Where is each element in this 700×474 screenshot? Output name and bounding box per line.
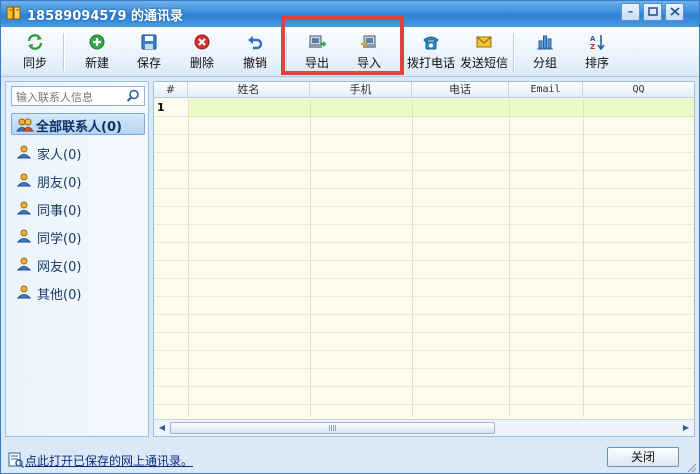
person-icon xyxy=(17,145,31,159)
column-header-qq[interactable]: QQ xyxy=(583,82,694,98)
resize-grip-icon[interactable] xyxy=(685,461,697,473)
import-icon xyxy=(361,35,376,48)
save-label: 保存 xyxy=(136,56,161,70)
sms-label: 发送短信 xyxy=(459,56,508,70)
group-all-label: 全部联系人(0) xyxy=(36,120,122,135)
undo-label: 撤销 xyxy=(242,56,267,70)
horizontal-scrollbar[interactable]: ◀ ▶ xyxy=(154,419,694,436)
contacts-table: # 姓名 手机 电话 Email QQ 1 ◀ ▶ xyxy=(153,81,695,437)
person-icon xyxy=(17,257,31,271)
new-label: 新建 xyxy=(84,56,109,70)
export-icon xyxy=(309,35,326,48)
group-label: 网友(0) xyxy=(37,260,82,275)
delete-button[interactable]: 删除 xyxy=(182,31,222,71)
group-label: 同事(0) xyxy=(37,204,82,219)
person-icon xyxy=(17,229,31,243)
import-button[interactable]: 导入 xyxy=(349,31,389,71)
import-label: 导入 xyxy=(356,56,381,70)
toolbar-separator xyxy=(286,33,287,71)
export-button[interactable]: 导出 xyxy=(297,31,337,71)
column-divider xyxy=(188,99,189,417)
column-header-mobile[interactable]: 手机 xyxy=(310,82,412,98)
svg-text:A: A xyxy=(590,35,596,43)
group-label: 其他(0) xyxy=(37,288,82,303)
group-item-netfriends[interactable]: 网友(0) xyxy=(11,253,145,275)
minimize-button[interactable]: – xyxy=(621,3,640,21)
group-item-classmates[interactable]: 同学(0) xyxy=(11,225,145,247)
column-header-name[interactable]: 姓名 xyxy=(188,82,310,98)
svg-text:Z: Z xyxy=(590,43,595,51)
group-chart-icon xyxy=(537,35,553,50)
group-label: 家人(0) xyxy=(37,148,82,163)
toolbar: 同步 新建 保存 删除 撤销 导出 导入 拨打电话 发送短信 分组 A Z 排序 xyxy=(1,27,699,77)
sort-az-icon: A Z xyxy=(590,35,605,51)
envelope-icon xyxy=(476,36,492,48)
group-item-friends[interactable]: 朋友(0) xyxy=(11,169,145,191)
sync-button[interactable]: 同步 xyxy=(15,31,55,71)
search-icon[interactable] xyxy=(126,89,140,103)
maximize-icon xyxy=(647,7,658,16)
group-label: 分组 xyxy=(532,56,557,70)
sort-button[interactable]: A Z 排序 xyxy=(577,31,617,71)
group-all-contacts[interactable]: 全部联系人(0) xyxy=(11,113,145,135)
column-header-index[interactable]: # xyxy=(154,82,188,98)
group-button[interactable]: 分组 xyxy=(525,31,565,71)
person-icon xyxy=(17,173,31,187)
export-label: 导出 xyxy=(304,56,329,70)
table-row-selected[interactable] xyxy=(188,99,694,117)
person-icon xyxy=(17,201,31,215)
contact-groups-panel: 全部联系人(0) 家人(0) 朋友(0) 同事(0) xyxy=(5,81,149,437)
column-divider xyxy=(583,99,584,417)
column-divider xyxy=(412,99,413,417)
add-icon xyxy=(89,34,105,50)
table-header: # 姓名 手机 电话 Email QQ xyxy=(154,82,694,98)
maximize-button[interactable] xyxy=(643,3,662,21)
group-item-colleagues[interactable]: 同事(0) xyxy=(11,197,145,219)
delete-label: 删除 xyxy=(189,56,214,70)
save-icon xyxy=(141,34,157,50)
sync-icon xyxy=(27,34,43,50)
address-book-icon xyxy=(6,6,21,20)
call-button[interactable]: 拨打电话 xyxy=(405,31,457,71)
close-window-button[interactable] xyxy=(665,3,684,21)
contacts-group-icon xyxy=(16,118,34,132)
sort-label: 排序 xyxy=(584,56,609,70)
group-item-family[interactable]: 家人(0) xyxy=(11,141,145,163)
group-label: 同学(0) xyxy=(37,232,82,247)
person-icon xyxy=(17,285,31,299)
close-button[interactable]: 关闭 xyxy=(607,447,679,467)
scroll-right-arrow-icon[interactable]: ▶ xyxy=(680,422,692,434)
row-number: 1 xyxy=(157,101,165,114)
phone-icon xyxy=(423,36,439,50)
undo-icon xyxy=(248,36,263,50)
toolbar-separator xyxy=(63,33,64,71)
column-divider xyxy=(310,99,311,417)
scroll-left-arrow-icon[interactable]: ◀ xyxy=(156,422,168,434)
table-body[interactable]: 1 xyxy=(154,99,694,417)
column-divider xyxy=(509,99,510,417)
open-web-contacts-link[interactable]: 点此打开已保存的网上通讯录。 xyxy=(25,452,193,469)
group-item-others[interactable]: 其他(0) xyxy=(11,281,145,303)
delete-icon xyxy=(194,34,210,50)
contacts-window: 18589094579 的通讯录 – 同步 新建 保存 删除 撤销 导出 导入 … xyxy=(0,0,700,474)
group-label: 朋友(0) xyxy=(37,176,82,191)
call-label: 拨打电话 xyxy=(406,56,455,70)
undo-button[interactable]: 撤销 xyxy=(235,31,275,71)
new-contact-button[interactable]: 新建 xyxy=(77,31,117,71)
send-sms-button[interactable]: 发送短信 xyxy=(458,31,510,71)
save-button[interactable]: 保存 xyxy=(129,31,169,71)
sync-label: 同步 xyxy=(22,56,47,70)
column-header-phone[interactable]: 电话 xyxy=(412,82,509,98)
minimize-icon: – xyxy=(627,5,634,18)
scrollbar-grip xyxy=(329,425,337,431)
close-icon xyxy=(669,7,680,16)
toolbar-separator xyxy=(513,33,514,71)
scrollbar-thumb[interactable] xyxy=(170,422,495,434)
window-title: 18589094579 的通讯录 xyxy=(27,9,184,24)
column-header-email[interactable]: Email xyxy=(509,82,583,98)
contact-search-input[interactable] xyxy=(11,86,145,106)
title-bar[interactable]: 18589094579 的通讯录 – xyxy=(1,1,699,27)
web-contacts-icon xyxy=(8,452,24,468)
